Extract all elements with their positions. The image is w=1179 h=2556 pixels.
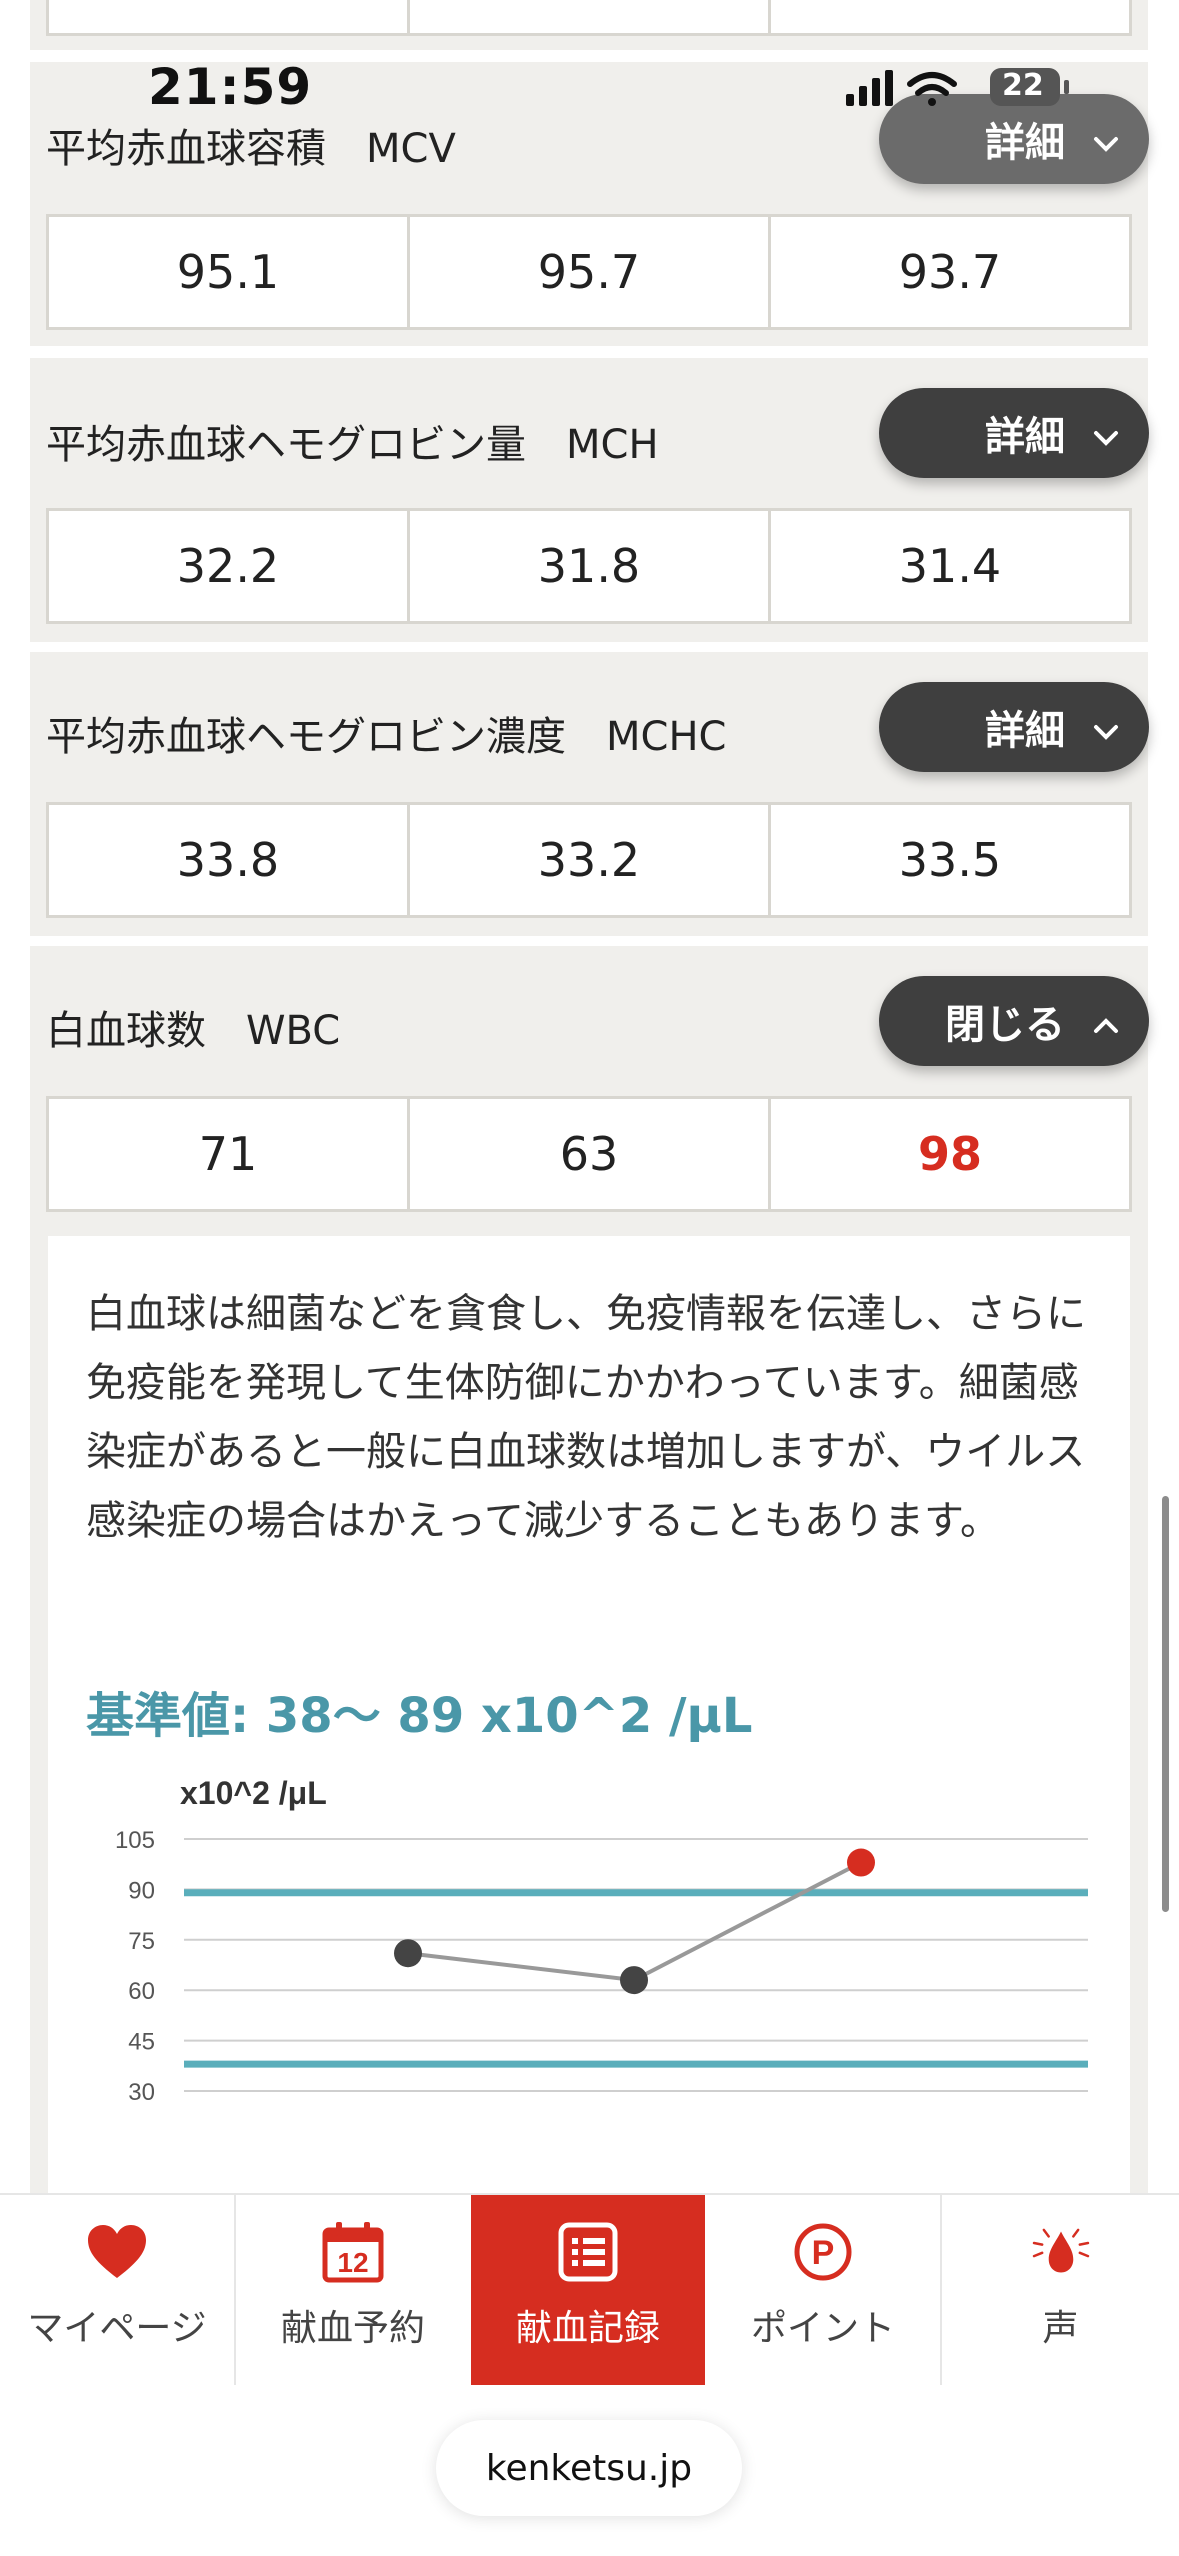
close-button[interactable]: 閉じる (879, 976, 1149, 1066)
value-cell: 31.4 (898, 539, 1002, 593)
chart-y-tick-label: 90 (128, 1877, 155, 1904)
nav-label: 献血予約 (280, 2308, 425, 2349)
scrollbar[interactable] (1162, 1496, 1169, 1912)
value-cell: 95.7 (410, 217, 771, 327)
detail-button[interactable]: 詳細 (879, 388, 1149, 478)
nav-voice[interactable]: 声 (942, 2195, 1179, 2385)
wifi-icon (907, 72, 957, 106)
battery-level: 22 (1002, 68, 1044, 103)
chart-data-point (394, 1939, 422, 1968)
chevron-down-icon (1093, 410, 1119, 456)
value-cell: 32.2 (49, 511, 410, 621)
chart-data-point (847, 1848, 875, 1877)
section-mchc: 平均赤血球ヘモグロビン濃度 MCHC 詳細 33.8 33.2 33.5 (30, 652, 1149, 936)
nav-points[interactable]: P ポイント (706, 2195, 940, 2385)
section-mch: 平均赤血球ヘモグロビン量 MCH 詳細 32.2 31.8 31.4 (30, 358, 1149, 642)
status-time: 21:59 (148, 58, 313, 116)
section-title: 白血球数 WBC (46, 1008, 341, 1054)
value-cell: 31.8 (410, 511, 771, 621)
prev-values-row (46, 0, 1132, 36)
svg-text:12: 12 (337, 2247, 368, 2278)
value-cell: 63 (410, 1099, 771, 1209)
value-cell: 71 (49, 1099, 410, 1209)
nav-mypage[interactable]: マイページ (0, 2195, 234, 2385)
chart-y-axis-label: x10^2 /μL (180, 1775, 327, 1811)
svg-text:P: P (812, 2234, 835, 2272)
nav-records[interactable]: 献血記録 (471, 2195, 705, 2385)
blood-drop-voice-icon (1016, 2217, 1106, 2287)
value-cell: 95.1 (49, 217, 410, 327)
value-cell: 33.5 (898, 833, 1002, 887)
chart-series-line (407, 1860, 862, 1983)
detail-button-label: 詳細 (985, 120, 1065, 166)
nav-label: ポイント (750, 2308, 895, 2349)
chart-y-tick-label: 60 (128, 1978, 155, 2005)
nav-reservation[interactable]: 12 献血予約 (236, 2195, 470, 2385)
prev-section-fragment (30, 0, 1148, 50)
value-cell: 33.2 (410, 805, 771, 915)
wbc-chart: x10^2 /μL 105 90 75 60 45 30 (115, 1775, 1088, 2106)
chart-y-tick-label: 45 (128, 2029, 155, 2056)
chart-data-point (620, 1966, 648, 1995)
chart-y-tick-label: 105 (115, 1827, 155, 1854)
status-icons: 22 (840, 64, 1080, 110)
value-cell-high: 98 (917, 1127, 982, 1181)
wbc-detail-panel: 白血球は細菌などを貪食し、免疫情報を伝達し、さらに免疫能を発現して生体防御にかか… (48, 1236, 1130, 2196)
detail-button-label: 詳細 (985, 414, 1065, 460)
bottom-nav: マイページ 12 献血予約 献血記録 P ポイント 声 (0, 2193, 1179, 2385)
value-cell: 93.7 (898, 245, 1002, 299)
chevron-down-icon (1093, 704, 1119, 750)
cellular-signal-icon (846, 70, 893, 106)
close-button-label: 閉じる (945, 1002, 1065, 1048)
values-row: 33.8 33.2 33.5 (46, 802, 1132, 918)
reference-range: 基準値: 38〜 89 x10^2 /μL (86, 1688, 753, 1744)
detail-button[interactable]: 詳細 (879, 682, 1149, 772)
calendar-icon: 12 (308, 2217, 398, 2287)
chart-y-tick-label: 75 (128, 1928, 155, 1955)
wbc-description: 白血球は細菌などを貪食し、免疫情報を伝達し、さらに免疫能を発現して生体防御にかか… (86, 1291, 1086, 1544)
nav-label: マイページ (27, 2308, 207, 2349)
point-icon: P (778, 2217, 868, 2287)
detail-button-label: 詳細 (985, 708, 1065, 754)
values-row: 71 63 98 (46, 1096, 1132, 1212)
section-title: 平均赤血球ヘモグロビン濃度 MCHC (46, 714, 727, 760)
heart-icon (72, 2217, 162, 2287)
chart-y-tick-label: 30 (128, 2079, 155, 2106)
section-title: 平均赤血球ヘモグロビン量 MCH (46, 422, 659, 468)
record-list-icon (543, 2217, 633, 2287)
values-row: 32.2 31.8 31.4 (46, 508, 1132, 624)
nav-label: 声 (1042, 2308, 1079, 2349)
value-cell: 33.8 (49, 805, 410, 915)
section-title: 平均赤血球容積 MCV (46, 126, 456, 172)
nav-label: 献血記録 (515, 2308, 660, 2349)
chevron-down-icon (1093, 116, 1119, 162)
chevron-up-icon (1093, 998, 1119, 1044)
browser-url-bar[interactable]: kenketsu.jp (436, 2420, 742, 2516)
values-row: 95.1 95.7 93.7 (46, 214, 1132, 330)
